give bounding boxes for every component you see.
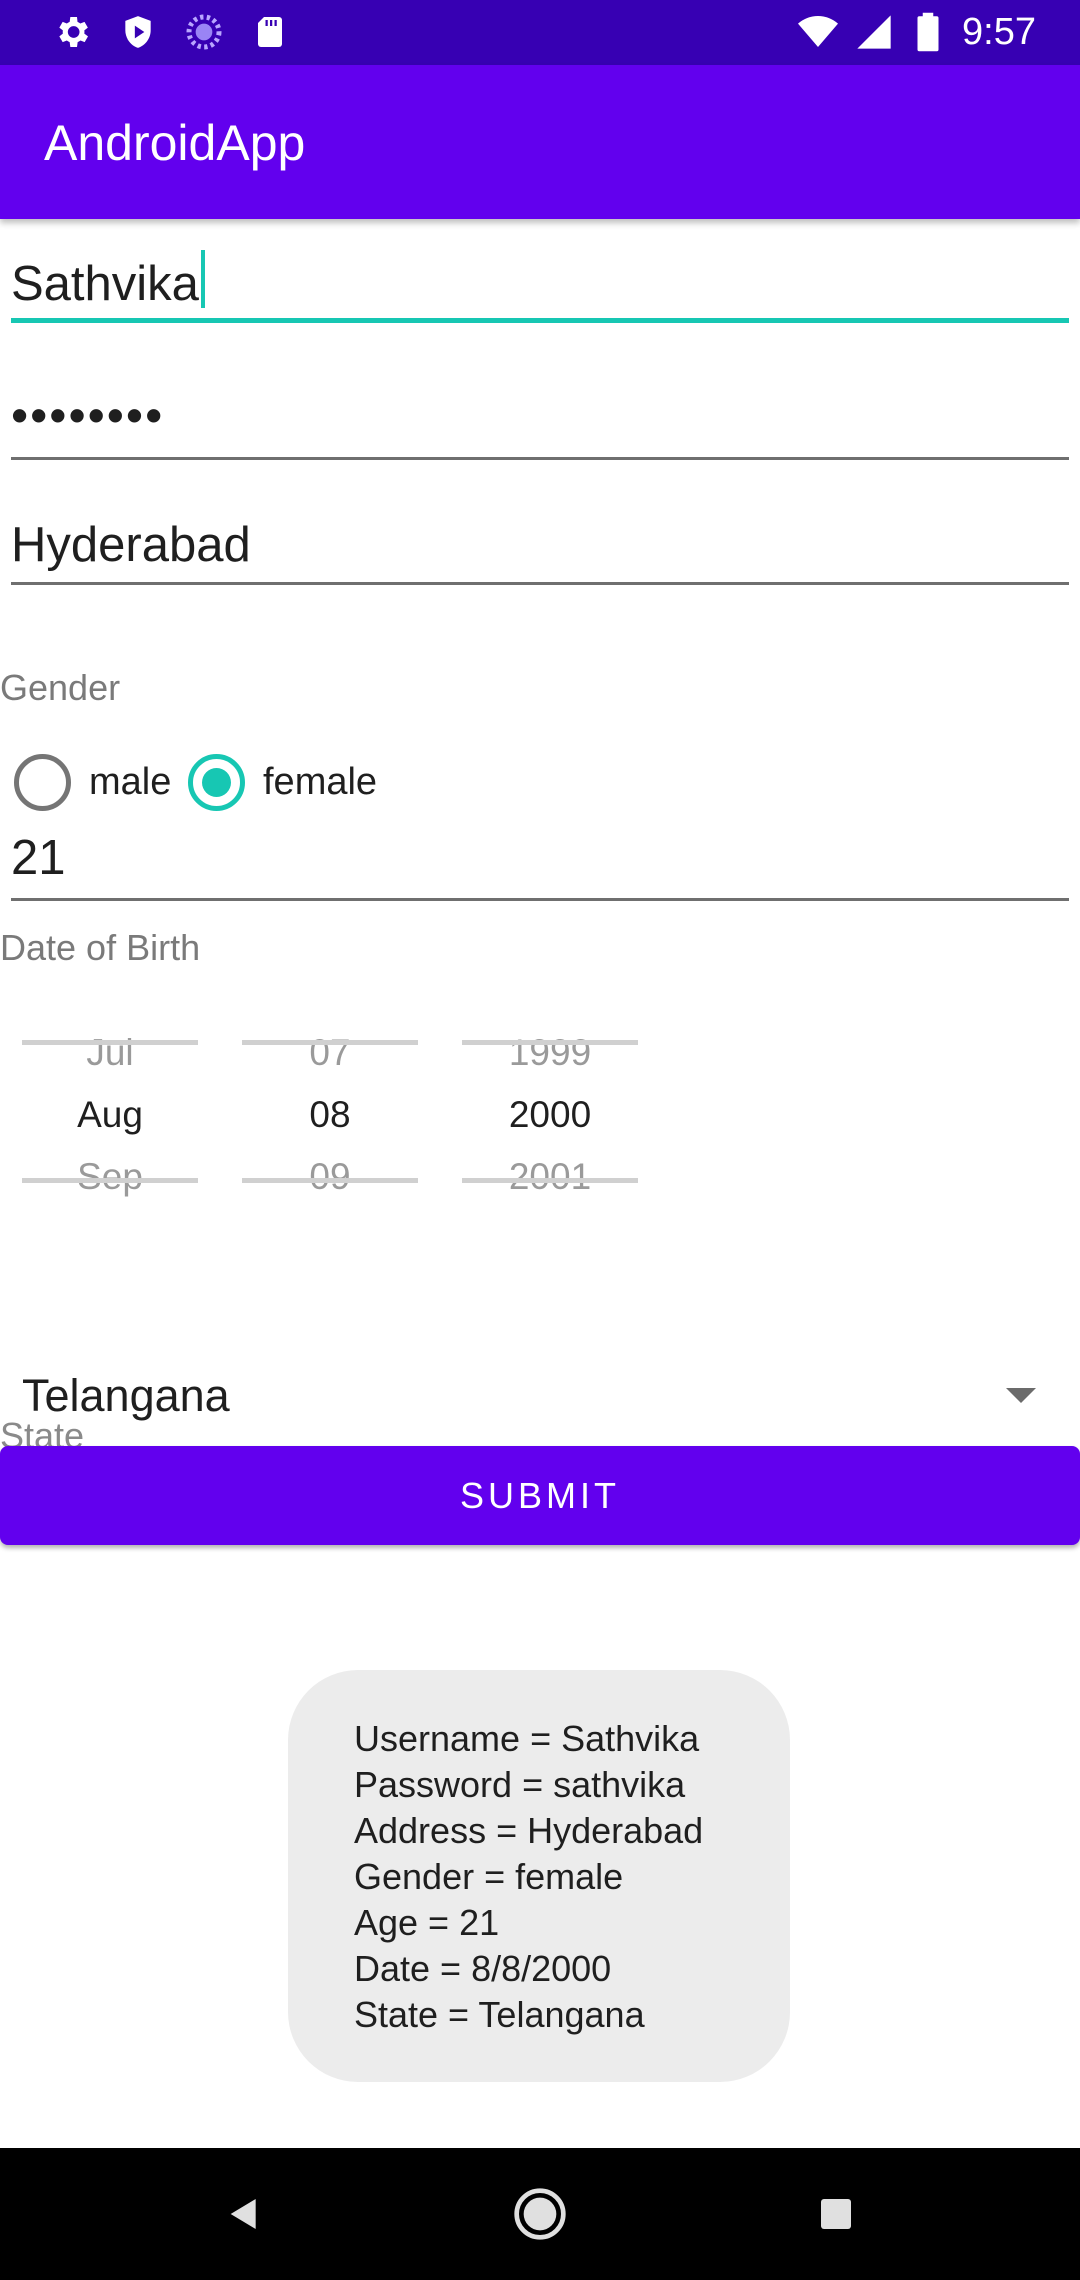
toast-line: Username = Sathvika xyxy=(354,1718,700,1759)
toast-line: Address = Hyderabad xyxy=(354,1810,704,1851)
picker-divider xyxy=(242,1178,418,1183)
toast-line: Password = sathvika xyxy=(354,1764,686,1805)
year-picker[interactable]: 1999 2000 2001 xyxy=(462,1020,638,1197)
radio-male[interactable]: male xyxy=(14,752,171,812)
day-picker[interactable]: 07 08 09 xyxy=(242,1020,418,1197)
age-field[interactable]: 21 xyxy=(11,828,1069,903)
toast-line: Date = 8/8/2000 xyxy=(354,1948,612,1989)
radio-female[interactable]: female xyxy=(188,752,377,812)
picker-divider xyxy=(242,1040,418,1045)
wifi-icon xyxy=(796,10,840,54)
picker-divider xyxy=(462,1040,638,1045)
year-prev[interactable]: 1999 xyxy=(462,1030,638,1076)
address-value: Hyderabad xyxy=(11,518,251,572)
state-spinner[interactable]: Telangana xyxy=(22,1360,1062,1430)
year-next[interactable]: 2001 xyxy=(462,1154,638,1200)
text-cursor xyxy=(200,250,205,308)
address-underline xyxy=(11,582,1069,585)
gear-icon xyxy=(50,10,94,54)
password-value: •••••••• xyxy=(11,389,165,443)
picker-divider xyxy=(22,1040,198,1045)
radio-male-label: male xyxy=(89,761,172,803)
back-icon[interactable] xyxy=(214,2184,274,2244)
year-current[interactable]: 2000 xyxy=(462,1092,638,1138)
toast-line: Gender = female xyxy=(354,1856,624,1897)
signal-icon xyxy=(852,10,896,54)
status-time: 9:57 xyxy=(962,11,1036,53)
month-next[interactable]: Sep xyxy=(22,1154,198,1200)
toast-line: State = Telangana xyxy=(354,1994,645,2035)
shield-icon xyxy=(116,10,160,54)
sd-card-icon xyxy=(248,10,292,54)
radio-female-circle xyxy=(188,753,245,811)
dob-label: Date of Birth xyxy=(0,927,201,968)
app-bar: AndroidApp xyxy=(0,65,1080,219)
status-bar: 9:57 xyxy=(0,0,1080,65)
password-underline xyxy=(11,457,1069,460)
app-title: AndroidApp xyxy=(44,115,306,171)
username-field[interactable]: Sathvika xyxy=(11,240,1069,325)
toast-message: Username = Sathvika Password = sathvika … xyxy=(288,1670,790,2082)
address-field[interactable]: Hyderabad xyxy=(11,515,1069,595)
day-current[interactable]: 08 xyxy=(242,1092,418,1138)
submit-button[interactable]: SUBMIT xyxy=(0,1446,1080,1545)
navigation-bar xyxy=(0,2148,1080,2280)
username-value: Sathvika xyxy=(11,257,199,311)
username-underline xyxy=(11,318,1069,323)
recents-icon[interactable] xyxy=(806,2184,866,2244)
day-prev[interactable]: 07 xyxy=(242,1030,418,1076)
battery-icon xyxy=(906,10,950,54)
picker-divider xyxy=(22,1178,198,1183)
age-value: 21 xyxy=(11,831,66,885)
radio-female-label: female xyxy=(263,761,378,803)
submit-label: SUBMIT xyxy=(459,1474,620,1516)
password-field[interactable]: •••••••• xyxy=(11,380,1069,460)
home-icon[interactable] xyxy=(510,2184,570,2244)
day-next[interactable]: 09 xyxy=(242,1154,418,1200)
age-underline xyxy=(11,898,1069,901)
month-prev[interactable]: Jul xyxy=(22,1030,198,1076)
toast-line: Age = 21 xyxy=(354,1902,500,1943)
sync-circle-icon xyxy=(182,10,226,54)
month-picker[interactable]: Jul Aug Sep xyxy=(22,1020,198,1197)
picker-divider xyxy=(462,1178,638,1183)
dropdown-arrow-icon xyxy=(1006,1388,1036,1403)
radio-male-circle xyxy=(14,753,71,811)
gender-label: Gender xyxy=(0,667,121,708)
month-current[interactable]: Aug xyxy=(22,1092,198,1138)
